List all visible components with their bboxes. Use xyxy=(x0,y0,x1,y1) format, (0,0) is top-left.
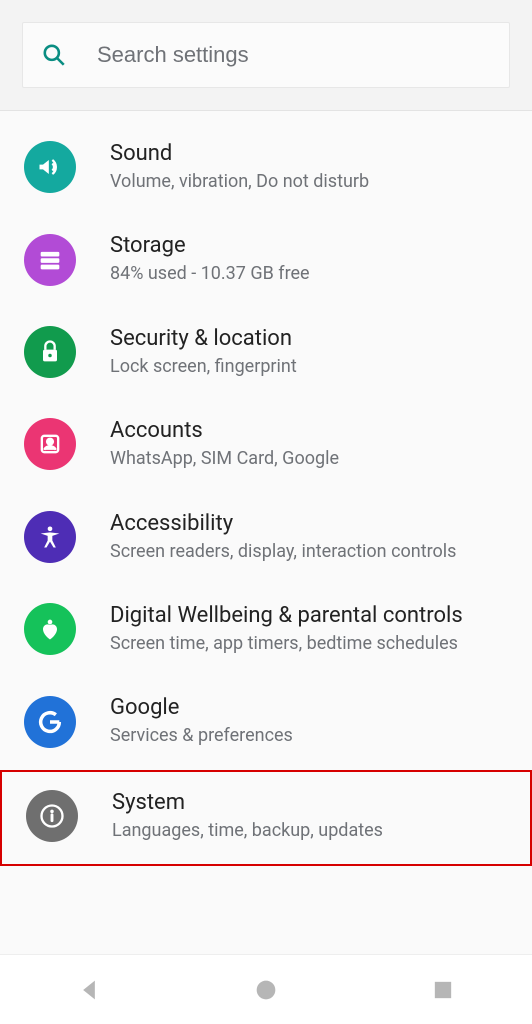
item-title: System xyxy=(112,790,506,815)
item-texts: Accessibility Screen readers, display, i… xyxy=(110,511,508,563)
accessibility-icon xyxy=(24,511,76,563)
search-icon xyxy=(41,42,67,68)
item-subtitle: Screen readers, display, interaction con… xyxy=(110,540,508,563)
item-title: Sound xyxy=(110,141,508,166)
settings-item-system[interactable]: System Languages, time, backup, updates xyxy=(0,770,532,866)
item-title: Security & location xyxy=(110,326,508,351)
item-title: Google xyxy=(110,695,508,720)
item-texts: Sound Volume, vibration, Do not disturb xyxy=(110,141,508,193)
item-texts: Google Services & preferences xyxy=(110,695,508,747)
lock-icon xyxy=(24,326,76,378)
settings-item-accessibility[interactable]: Accessibility Screen readers, display, i… xyxy=(0,493,532,585)
item-title: Digital Wellbeing & parental controls xyxy=(110,603,508,628)
item-texts: System Languages, time, backup, updates xyxy=(112,790,506,842)
item-subtitle: Volume, vibration, Do not disturb xyxy=(110,170,508,193)
google-icon xyxy=(24,696,76,748)
settings-item-security[interactable]: Security & location Lock screen, fingerp… xyxy=(0,308,532,400)
home-button[interactable] xyxy=(236,960,296,1020)
search-container xyxy=(0,0,532,111)
settings-item-storage[interactable]: Storage 84% used - 10.37 GB free xyxy=(0,215,532,307)
settings-item-google[interactable]: Google Services & preferences xyxy=(0,677,532,769)
item-texts: Security & location Lock screen, fingerp… xyxy=(110,326,508,378)
item-subtitle: Lock screen, fingerprint xyxy=(110,355,508,378)
navigation-bar xyxy=(0,954,532,1024)
settings-item-wellbeing[interactable]: Digital Wellbeing & parental controls Sc… xyxy=(0,585,532,677)
item-subtitle: Services & preferences xyxy=(110,724,508,747)
accounts-icon xyxy=(24,418,76,470)
item-texts: Accounts WhatsApp, SIM Card, Google xyxy=(110,418,508,470)
search-bar[interactable] xyxy=(22,22,510,88)
item-texts: Storage 84% used - 10.37 GB free xyxy=(110,233,508,285)
search-input[interactable] xyxy=(97,42,491,68)
wellbeing-icon xyxy=(24,603,76,655)
item-title: Storage xyxy=(110,233,508,258)
settings-item-accounts[interactable]: Accounts WhatsApp, SIM Card, Google xyxy=(0,400,532,492)
settings-screen: Sound Volume, vibration, Do not disturb … xyxy=(0,0,532,1024)
settings-item-sound[interactable]: Sound Volume, vibration, Do not disturb xyxy=(0,123,532,215)
item-subtitle: 84% used - 10.37 GB free xyxy=(110,262,508,285)
item-title: Accounts xyxy=(110,418,508,443)
item-subtitle: WhatsApp, SIM Card, Google xyxy=(110,447,508,470)
recent-button[interactable] xyxy=(413,960,473,1020)
info-icon xyxy=(26,790,78,842)
item-subtitle: Screen time, app timers, bedtime schedul… xyxy=(110,632,508,655)
item-title: Accessibility xyxy=(110,511,508,536)
back-button[interactable] xyxy=(59,960,119,1020)
item-texts: Digital Wellbeing & parental controls Sc… xyxy=(110,603,508,655)
storage-icon xyxy=(24,234,76,286)
settings-list: Sound Volume, vibration, Do not disturb … xyxy=(0,111,532,954)
item-subtitle: Languages, time, backup, updates xyxy=(112,819,506,842)
sound-icon xyxy=(24,141,76,193)
